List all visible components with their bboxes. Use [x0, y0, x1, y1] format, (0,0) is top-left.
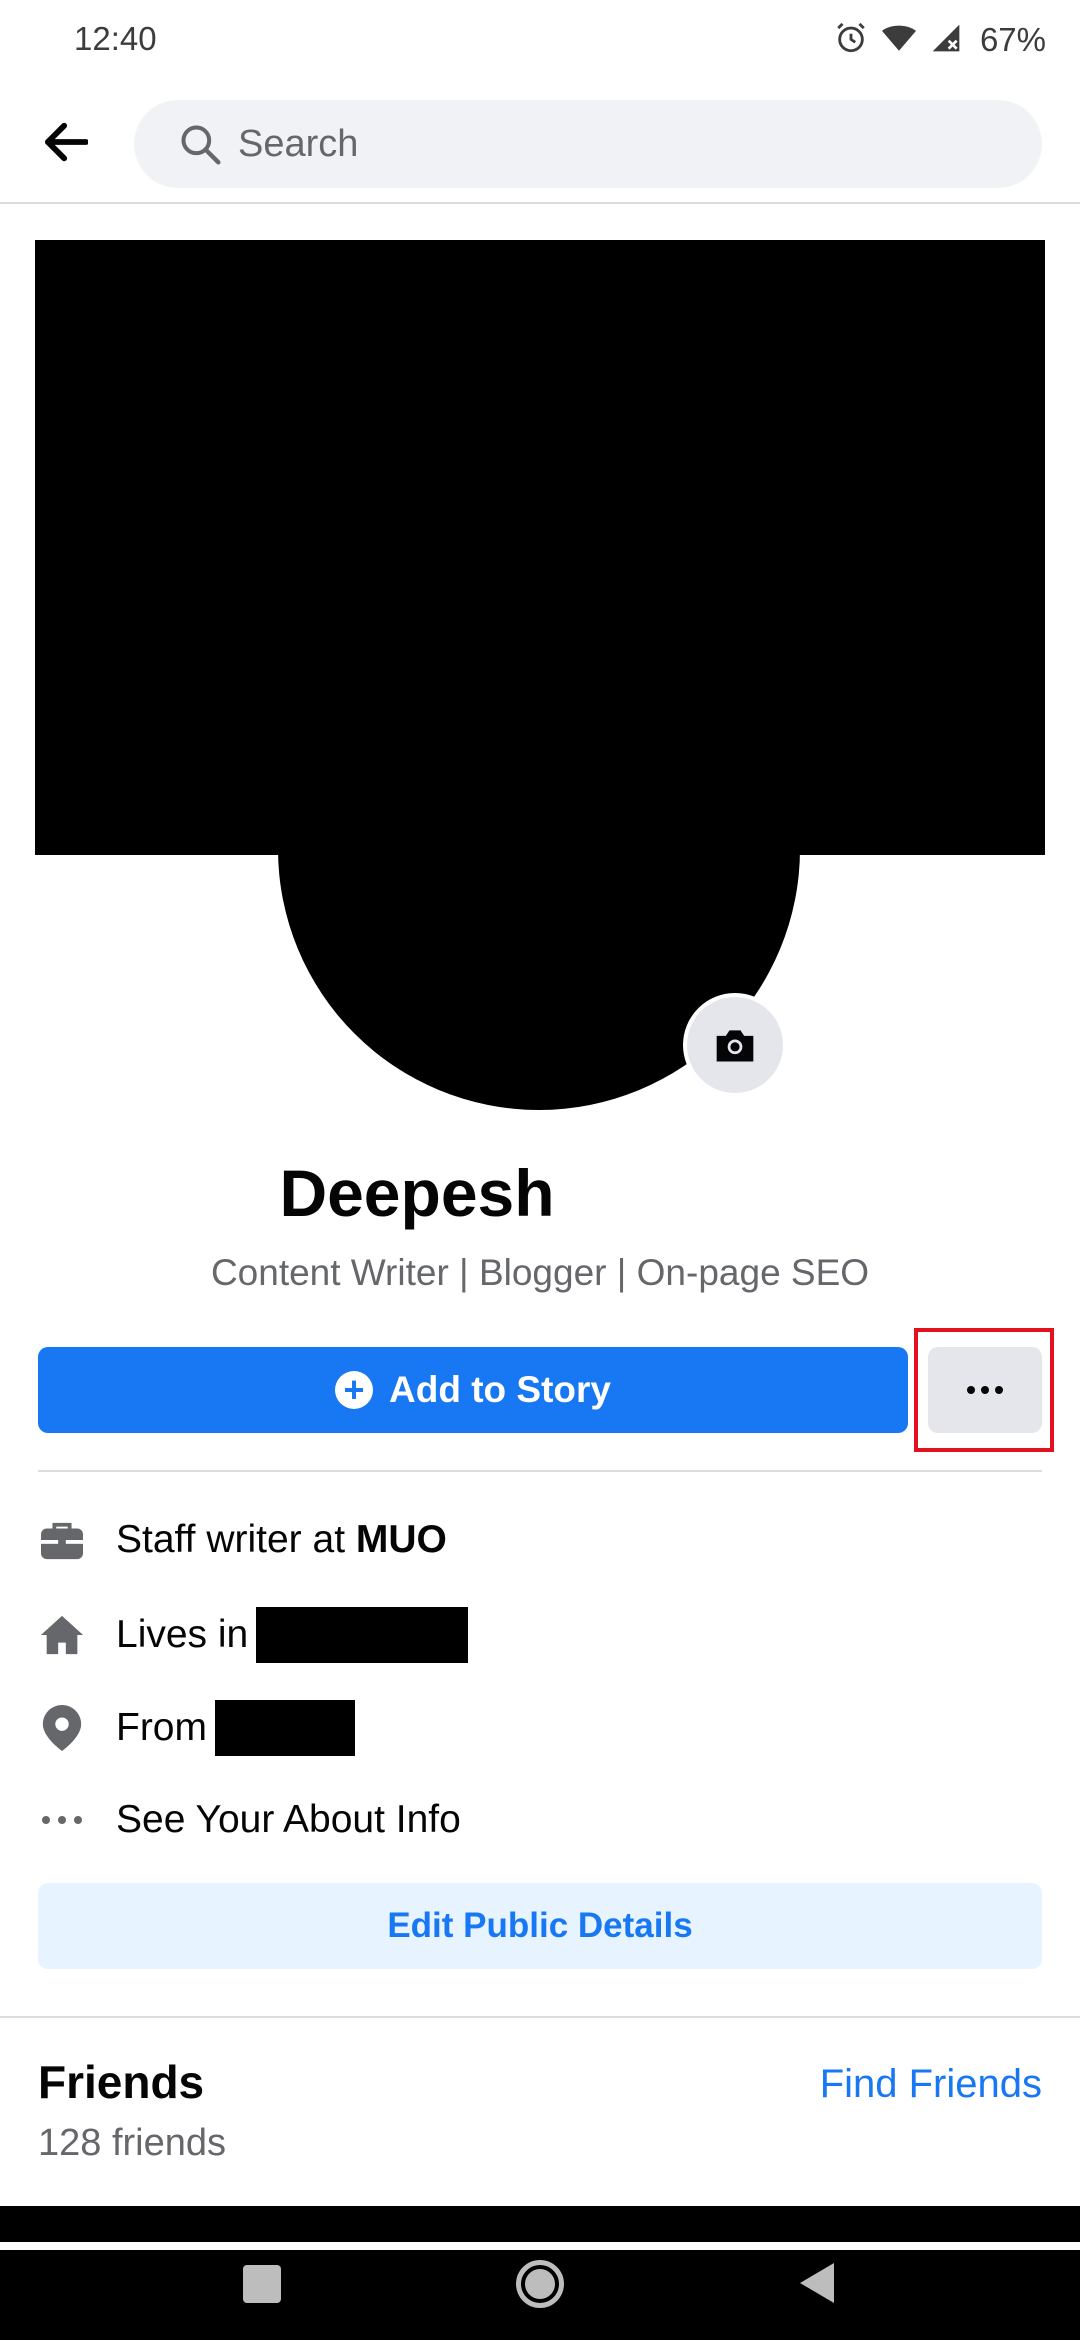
status-time: 12:40	[74, 20, 157, 57]
friends-count: 128 friends	[38, 2122, 227, 2164]
info-row-work[interactable]: Staff writer at MUO	[38, 1510, 1042, 1570]
work-place: MUO	[355, 1518, 447, 1561]
home-icon	[38, 1611, 86, 1659]
redacted-hometown	[215, 1700, 355, 1756]
add-to-story-button[interactable]: + Add to Story	[38, 1347, 908, 1433]
search-icon	[181, 125, 221, 165]
more-horizontal-icon	[38, 1796, 86, 1844]
back-button[interactable]	[36, 112, 96, 172]
profile-bio: Content Writer | Blogger | On-page SEO	[210, 1252, 870, 1293]
plus-circle-icon: +	[335, 1371, 373, 1409]
more-options-button[interactable]	[928, 1347, 1042, 1433]
section-divider	[0, 2016, 1080, 2018]
signal-icon	[930, 22, 962, 59]
see-about-info-label: See Your About Info	[116, 1798, 461, 1841]
camera-icon	[716, 1030, 754, 1062]
location-pin-icon	[38, 1704, 86, 1752]
info-row-about[interactable]: See Your About Info	[38, 1790, 1042, 1850]
redacted-friends-strip	[0, 2206, 1080, 2242]
search-bar[interactable]	[134, 100, 1042, 188]
friends-heading: Friends	[38, 2056, 205, 2108]
search-input[interactable]	[238, 100, 998, 188]
status-bar: 12:40 67%	[0, 0, 1080, 80]
recent-apps-button[interactable]	[243, 2265, 281, 2303]
from-label: From	[116, 1706, 207, 1749]
add-to-story-label: Add to Story	[389, 1369, 611, 1410]
lives-in-label: Lives in	[116, 1613, 249, 1656]
alarm-icon	[834, 21, 868, 60]
wifi-icon	[880, 21, 918, 60]
more-horizontal-icon	[967, 1386, 975, 1394]
top-header	[0, 80, 1080, 204]
info-row-from[interactable]: From	[38, 1698, 1042, 1758]
arrow-left-icon	[44, 122, 88, 162]
redacted-location	[256, 1607, 469, 1663]
info-row-lives-in[interactable]: Lives in	[38, 1605, 1042, 1665]
home-button[interactable]	[516, 2260, 564, 2308]
find-friends-link[interactable]: Find Friends	[820, 2062, 1042, 2107]
status-icons: 67%	[834, 18, 1046, 62]
camera-button[interactable]	[683, 993, 787, 1097]
back-nav-button[interactable]	[800, 2263, 834, 2303]
work-prefix: Staff writer at	[116, 1518, 356, 1561]
divider	[38, 1470, 1042, 1472]
edit-public-details-button[interactable]: Edit Public Details	[38, 1883, 1042, 1969]
battery-percentage: 67%	[979, 21, 1046, 58]
briefcase-icon	[38, 1516, 86, 1564]
profile-name: Deepesh	[279, 1156, 555, 1230]
